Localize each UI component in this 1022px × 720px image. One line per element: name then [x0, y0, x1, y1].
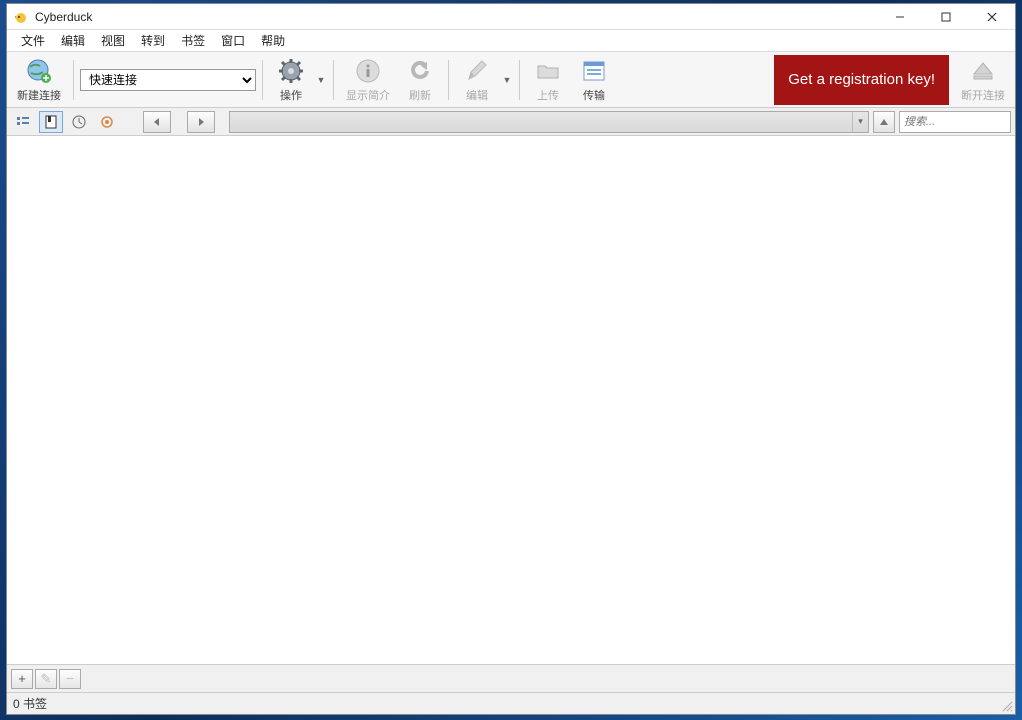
remove-bookmark-button[interactable]: − [59, 669, 81, 689]
registration-label: Get a registration key! [788, 71, 935, 88]
disconnect-button[interactable]: 断开连接 [955, 54, 1011, 106]
edit-button[interactable]: 编辑 [455, 54, 499, 106]
upload-button[interactable]: 上传 [526, 54, 570, 106]
quick-connect-dropdown[interactable]: 快速连接 [80, 69, 256, 91]
status-bookmarks-count: 0 书签 [13, 695, 47, 712]
transfer-button[interactable]: 传输 [572, 54, 616, 106]
show-info-label: 显示简介 [346, 87, 390, 103]
upload-label: 上传 [537, 87, 559, 103]
bookmark-icon [44, 115, 58, 129]
menubar: 文件 编辑 视图 转到 书签 窗口 帮助 [7, 30, 1015, 52]
action-label: 操作 [280, 87, 302, 103]
gear-icon [277, 57, 305, 85]
nav-back-button[interactable] [143, 111, 171, 133]
main-toolbar: 新建连接 快速连接 操作 ▼ 显示简介 刷新 [7, 52, 1015, 108]
resize-grip[interactable] [1001, 700, 1013, 712]
view-bonjour-button[interactable] [95, 111, 119, 133]
content-area[interactable] [7, 136, 1015, 664]
refresh-icon [406, 57, 434, 85]
statusbar: 0 书签 [7, 692, 1015, 714]
add-bookmark-button[interactable]: + [11, 669, 33, 689]
action-dropdown-arrow[interactable]: ▼ [315, 75, 327, 85]
new-connection-button[interactable]: 新建连接 [11, 54, 67, 106]
clock-icon [72, 115, 86, 129]
registration-banner[interactable]: Get a registration key! [774, 55, 949, 105]
transfer-label: 传输 [583, 87, 605, 103]
toolbar-separator [262, 60, 263, 100]
menu-help[interactable]: 帮助 [255, 30, 291, 51]
toolbar-separator [519, 60, 520, 100]
nav-up-button[interactable] [873, 111, 895, 133]
sub-toolbar: ▾ [7, 108, 1015, 136]
menu-edit[interactable]: 编辑 [55, 30, 91, 51]
transfer-icon [580, 57, 608, 85]
back-icon [152, 117, 162, 127]
search-input[interactable] [904, 116, 1022, 128]
refresh-button[interactable]: 刷新 [398, 54, 442, 106]
folder-icon [534, 57, 562, 85]
menu-view[interactable]: 视图 [95, 30, 131, 51]
new-connection-label: 新建连接 [17, 87, 61, 103]
toolbar-separator [448, 60, 449, 100]
window-controls [877, 4, 1015, 30]
maximize-button[interactable] [923, 4, 969, 30]
bottom-toolbar: + ✎ − [7, 664, 1015, 692]
titlebar: Cyberduck [7, 4, 1015, 30]
menu-window[interactable]: 窗口 [215, 30, 251, 51]
refresh-label: 刷新 [409, 87, 431, 103]
view-outline-button[interactable] [11, 111, 35, 133]
nav-forward-button[interactable] [187, 111, 215, 133]
path-dropdown-arrow[interactable]: ▾ [852, 112, 868, 132]
window-title: Cyberduck [35, 10, 877, 24]
view-bookmarks-button[interactable] [39, 111, 63, 133]
toolbar-separator [73, 60, 74, 100]
eject-icon [969, 57, 997, 85]
pencil-icon [463, 57, 491, 85]
search-box[interactable] [899, 111, 1011, 133]
minimize-button[interactable] [877, 4, 923, 30]
edit-bookmark-button[interactable]: ✎ [35, 669, 57, 689]
view-history-button[interactable] [67, 111, 91, 133]
up-icon [879, 117, 889, 127]
edit-dropdown-arrow[interactable]: ▼ [501, 75, 513, 85]
close-button[interactable] [969, 4, 1015, 30]
app-icon [13, 9, 29, 25]
menu-bookmarks[interactable]: 书签 [175, 30, 211, 51]
app-window: Cyberduck 文件 编辑 视图 转到 书签 窗口 帮助 新建连接 快速连接 [6, 3, 1016, 715]
info-icon [354, 57, 382, 85]
path-combobox[interactable]: ▾ [229, 111, 869, 133]
forward-icon [196, 117, 206, 127]
outline-icon [16, 115, 30, 129]
action-button[interactable]: 操作 [269, 54, 313, 106]
disconnect-label: 断开连接 [961, 87, 1005, 103]
menu-file[interactable]: 文件 [15, 30, 51, 51]
menu-go[interactable]: 转到 [135, 30, 171, 51]
bonjour-icon [100, 115, 114, 129]
show-info-button[interactable]: 显示简介 [340, 54, 396, 106]
edit-label: 编辑 [466, 87, 488, 103]
globe-plus-icon [25, 57, 53, 85]
toolbar-separator [333, 60, 334, 100]
